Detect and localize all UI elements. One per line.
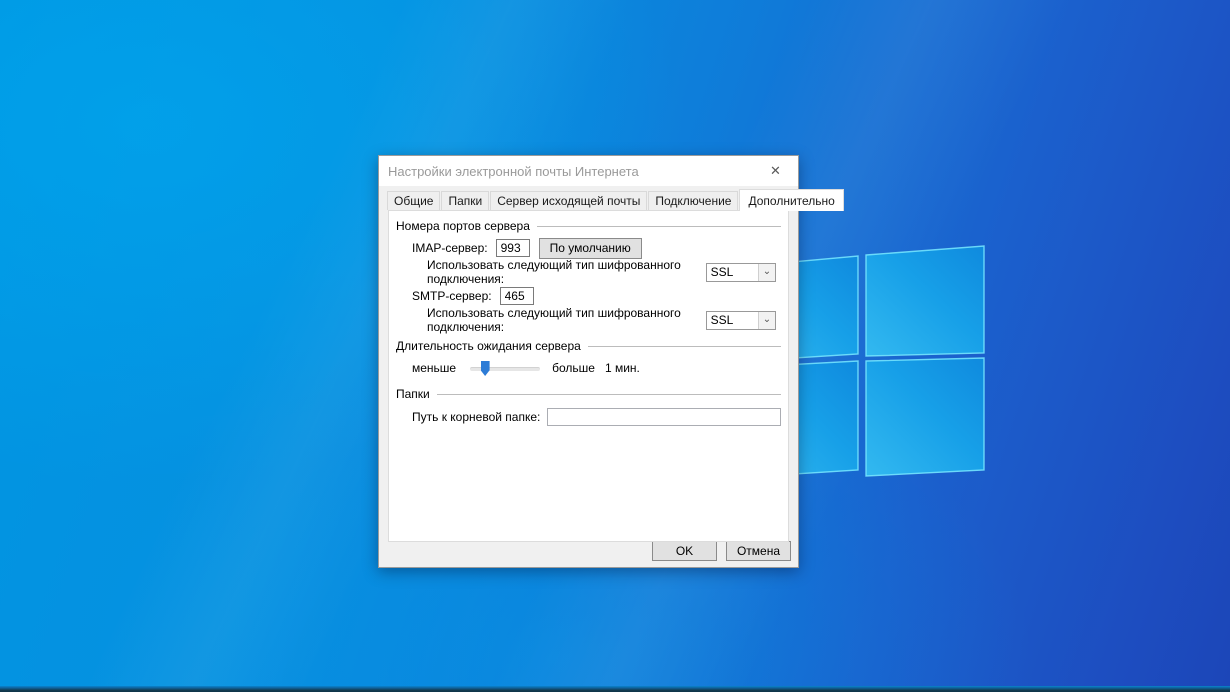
imap-encryption-row: Использовать следующий тип шифрованного … [427, 261, 776, 283]
tab-outgoing-server[interactable]: Сервер исходящей почты [490, 191, 647, 210]
slider-thumb[interactable] [481, 361, 490, 376]
timeout-value: 1 мин. [605, 361, 640, 375]
chevron-down-icon[interactable]: ⌄ [758, 264, 775, 281]
logo-pane-bottom-right [866, 358, 984, 476]
timeout-more-label: больше [552, 361, 595, 375]
smtp-encryption-label: Использовать следующий тип шифрованного … [427, 306, 706, 334]
smtp-encryption-select[interactable]: SSL ⌄ [706, 311, 776, 330]
smtp-encryption-value: SSL [707, 312, 758, 329]
root-folder-input[interactable] [547, 408, 781, 426]
dialog-buttons: OK Отмена [652, 541, 791, 561]
dialog-titlebar[interactable]: Настройки электронной почты Интернета ✕ [379, 156, 798, 186]
imap-encryption-value: SSL [707, 264, 758, 281]
tab-connection[interactable]: Подключение [648, 191, 738, 210]
timeout-slider[interactable] [470, 360, 540, 376]
imap-encryption-label: Использовать следующий тип шифрованного … [427, 258, 706, 286]
chevron-down-icon[interactable]: ⌄ [758, 312, 775, 329]
group-divider [588, 346, 781, 347]
imap-port-row: IMAP-сервер: По умолчанию [412, 237, 781, 259]
desktop-wallpaper: Настройки электронной почты Интернета ✕ … [0, 0, 1230, 692]
timeout-group-label: Длительность ожидания сервера [396, 339, 581, 353]
advanced-tab-page: Номера портов сервера IMAP-сервер: По ум… [388, 210, 789, 542]
root-folder-row: Путь к корневой папке: [412, 408, 781, 426]
imap-encryption-select[interactable]: SSL ⌄ [706, 263, 776, 282]
tab-advanced[interactable]: Дополнительно [739, 189, 843, 211]
close-icon[interactable]: ✕ [753, 156, 798, 186]
smtp-port-row: SMTP-сервер: [412, 285, 781, 307]
logo-pane-top-right [866, 246, 984, 356]
cancel-button[interactable]: Отмена [726, 541, 791, 561]
timeout-group-header: Длительность ожидания сервера [396, 337, 781, 355]
use-defaults-button[interactable]: По умолчанию [539, 238, 642, 259]
root-folder-label: Путь к корневой папке: [412, 410, 540, 424]
ok-button[interactable]: OK [652, 541, 717, 561]
internet-email-settings-dialog: Настройки электронной почты Интернета ✕ … [378, 155, 799, 568]
folders-group-label: Папки [396, 387, 430, 401]
smtp-port-input[interactable] [500, 287, 534, 305]
tab-folders[interactable]: Папки [441, 191, 489, 210]
wallpaper-horizon-strip [0, 686, 1230, 692]
group-divider [537, 226, 781, 227]
smtp-server-label: SMTP-сервер: [412, 289, 492, 303]
timeout-less-label: меньше [412, 361, 456, 375]
smtp-encryption-row: Использовать следующий тип шифрованного … [427, 309, 776, 331]
dialog-title: Настройки электронной почты Интернета [379, 164, 639, 179]
tabstrip: Общие Папки Сервер исходящей почты Подкл… [379, 188, 798, 210]
imap-server-label: IMAP-сервер: [412, 241, 488, 255]
server-ports-group-label: Номера портов сервера [396, 219, 530, 233]
server-ports-group-header: Номера портов сервера [396, 217, 781, 235]
timeout-slider-row: меньше больше 1 мин. [412, 357, 781, 379]
tab-general[interactable]: Общие [387, 191, 440, 210]
group-divider [437, 394, 781, 395]
folders-group-header: Папки [396, 385, 781, 403]
imap-port-input[interactable] [496, 239, 530, 257]
